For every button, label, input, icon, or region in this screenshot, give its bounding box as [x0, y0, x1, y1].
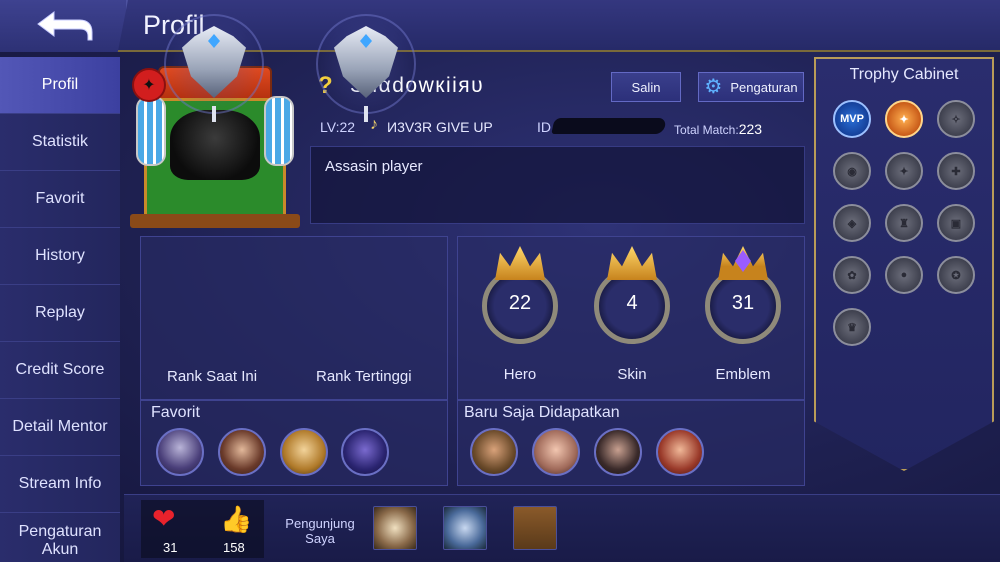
- like-count: 158: [223, 540, 245, 555]
- locked-trophy-icon[interactable]: ✿: [833, 256, 871, 294]
- locked-trophy-icon[interactable]: ◈: [833, 204, 871, 242]
- recent-title: Baru Saja Didapatkan: [464, 404, 620, 421]
- sidebar-item-stream-info[interactable]: Stream Info: [0, 456, 120, 513]
- copy-button[interactable]: Salin: [611, 72, 681, 102]
- skin-label: Skin: [617, 366, 647, 383]
- hero-label: Hero: [503, 366, 537, 383]
- visitor-avatar[interactable]: [373, 506, 417, 550]
- header-bar: Profil: [0, 0, 1000, 52]
- emblem-label: Emblem: [715, 366, 771, 383]
- gear-icon: ⚙: [704, 76, 723, 98]
- favorite-hero-avatar[interactable]: [156, 428, 204, 476]
- sidebar-item-replay[interactable]: Replay: [0, 285, 120, 342]
- recent-hero-avatar[interactable]: [470, 428, 518, 476]
- bio-text: Assasin player: [325, 158, 423, 175]
- sidebar-item-profil[interactable]: Profil: [0, 57, 120, 114]
- highest-rank-emblem[interactable]: [316, 14, 416, 122]
- emblem-count: 31: [731, 292, 755, 314]
- settings-button[interactable]: ⚙ Pengaturan: [698, 72, 804, 102]
- recent-hero-avatar[interactable]: [594, 428, 642, 476]
- locked-trophy-icon[interactable]: ◉: [833, 152, 871, 190]
- emblem-count-badge[interactable]: 31: [698, 246, 788, 358]
- locked-trophy-icon[interactable]: ✦: [885, 152, 923, 190]
- locked-trophy-icon[interactable]: ●: [885, 256, 923, 294]
- lantern-icon: [136, 96, 166, 166]
- tier-marker: [364, 106, 368, 122]
- tier-marker: [212, 106, 216, 122]
- music-note-icon: ♪: [370, 116, 378, 133]
- recent-hero-avatar[interactable]: [656, 428, 704, 476]
- player-level: LV:22: [320, 119, 356, 135]
- skin-count: 4: [626, 292, 638, 314]
- crown-icon: [495, 246, 545, 280]
- player-id-label: ID: [537, 119, 551, 135]
- country-flag-icon: ✦: [132, 68, 166, 102]
- favorite-hero-avatar[interactable]: [280, 428, 328, 476]
- avatar-frame-base: [130, 214, 300, 228]
- heart-count: 31: [163, 540, 178, 555]
- total-match: Total Match:223: [674, 121, 762, 137]
- locked-trophy-icon[interactable]: ♜: [885, 204, 923, 242]
- settings-button-label: Pengaturan: [730, 79, 798, 95]
- locked-trophy-icon[interactable]: ✪: [937, 256, 975, 294]
- visitors-label: Pengunjung Saya: [285, 516, 355, 546]
- sidebar-item-detail-mentor[interactable]: Detail Mentor: [0, 399, 120, 456]
- skin-count-badge[interactable]: 4: [587, 246, 677, 358]
- locked-trophy-icon[interactable]: ♛: [833, 308, 871, 346]
- favorite-title: Favorit: [151, 404, 200, 421]
- redacted-player-id: [551, 118, 667, 134]
- squad-name[interactable]: И3V3R GIVE UP: [387, 119, 493, 135]
- thumbs-up-icon[interactable]: 👍: [220, 504, 252, 534]
- lantern-icon: [264, 96, 294, 166]
- visitor-avatar[interactable]: [443, 506, 487, 550]
- crown-icon: [607, 246, 657, 280]
- locked-trophy-icon[interactable]: ✚: [937, 152, 975, 190]
- sidebar-item-history[interactable]: History: [0, 228, 120, 285]
- highest-rank-label: Rank Tertinggi: [316, 368, 412, 385]
- back-button[interactable]: [0, 0, 128, 52]
- bio-box[interactable]: Assasin player: [310, 146, 805, 224]
- total-match-label: Total Match:: [674, 123, 739, 137]
- favorite-hero-avatar[interactable]: [341, 428, 389, 476]
- recent-hero-avatar[interactable]: [532, 428, 580, 476]
- back-arrow-icon: [37, 11, 93, 41]
- trophy-cabinet-title: Trophy Cabinet: [849, 66, 959, 83]
- sidebar: Profil Statistik Favorit History Replay …: [0, 57, 120, 562]
- mvp-trophy-icon[interactable]: MVP: [833, 100, 871, 138]
- favorite-hero-avatar[interactable]: [218, 428, 266, 476]
- locked-trophy-icon[interactable]: ▣: [937, 204, 975, 242]
- sidebar-item-favorit[interactable]: Favorit: [0, 171, 120, 228]
- heart-icon[interactable]: ❤: [152, 504, 175, 534]
- total-match-value: 223: [738, 121, 763, 137]
- hero-count: 22: [508, 292, 532, 314]
- sidebar-item-credit-score[interactable]: Credit Score: [0, 342, 120, 399]
- hero-count-badge[interactable]: 22: [475, 246, 565, 358]
- locked-trophy-icon[interactable]: ✧: [937, 100, 975, 138]
- sidebar-item-statistik[interactable]: Statistik: [0, 114, 120, 171]
- visitor-avatar[interactable]: [513, 506, 557, 550]
- sidebar-item-pengaturan-akun[interactable]: Pengaturan Akun: [0, 513, 120, 562]
- gold-trophy-icon[interactable]: ✦: [885, 100, 923, 138]
- current-rank-emblem[interactable]: [164, 14, 264, 122]
- current-rank-label: Rank Saat Ini: [167, 368, 258, 385]
